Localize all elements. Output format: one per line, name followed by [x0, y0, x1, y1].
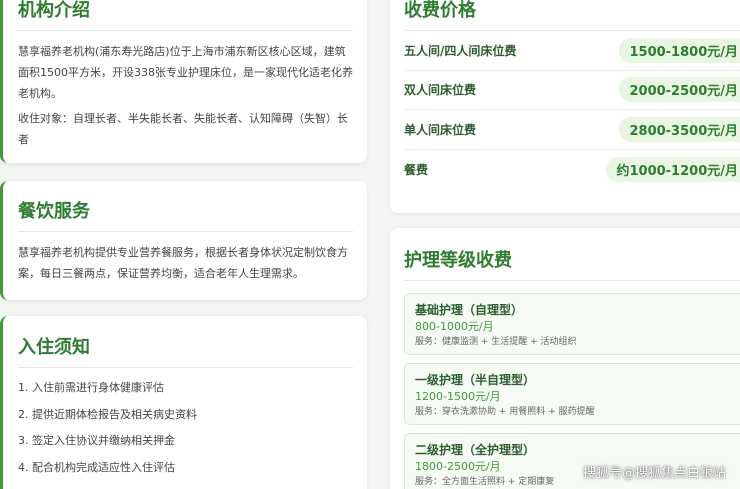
care-level-title: 一级护理（半自理型）	[415, 373, 536, 387]
care-level-price: 1200-1500元/月	[415, 390, 501, 403]
price-badge: 2000-2500元/月	[619, 77, 740, 103]
price-row: 单人间床位费 2800-3500元/月	[404, 110, 740, 150]
price-item-name: 五人间/四人间床位费	[404, 43, 517, 58]
checkin-step: 3. 签定入住协议并缴纳相关押金	[18, 434, 175, 447]
care-level-title: 基础护理（自理型）	[415, 303, 524, 317]
checkin-card: 入住须知 1. 入住前需进行身体健康评估 2. 提供近期体检报告及相关病史资料 …	[0, 316, 367, 489]
checkin-step: 1. 入住前需进行身体健康评估	[18, 381, 164, 394]
care-level-service: 服务：穿衣洗漱协助 + 用餐照料 + 服药提醒	[415, 407, 595, 417]
price-item-name: 单人间床位费	[404, 122, 477, 137]
price-badge: 1500-1800元/月	[619, 37, 740, 63]
care-level-title: 二级护理（全护理型）	[415, 443, 536, 457]
pricing-title: 收费价格	[404, 0, 740, 31]
watermark: 搜狐号@搜狐焦点白银站	[582, 466, 726, 481]
price-item-name: 餐费	[404, 162, 429, 177]
care-level-item: 一级护理（半自理型） 1200-1500元/月 服务：穿衣洗漱协助 + 用餐照料…	[404, 363, 740, 425]
checkin-title: 入住须知	[18, 333, 353, 368]
care-level-service: 服务：健康监测 + 生活提醒 + 活动组织	[415, 337, 577, 347]
checkin-step: 4. 配合机构完成适应性入住评估	[18, 460, 175, 474]
price-badge: 约1000-1200元/月	[606, 156, 740, 182]
intro-targets: 收住对象：自理长者、半失能长者、失能长者、认知障碍（失智）长者	[18, 112, 348, 146]
price-row: 双人间床位费 2000-2500元/月	[404, 71, 740, 110]
intro-title: 机构介绍	[18, 0, 353, 31]
pricing-card: 收费价格 五人间/四人间床位费 1500-1800元/月 双人间床位费 2000…	[390, 0, 740, 213]
price-item-name: 双人间床位费	[404, 83, 477, 98]
care-level-price: 800-1000元/月	[415, 320, 494, 333]
price-row: 餐费 约1000-1200元/月	[404, 150, 740, 190]
care-level-item: 基础护理（自理型） 800-1000元/月 服务：健康监测 + 生活提醒 + 活…	[404, 293, 740, 355]
price-badge: 2800-3500元/月	[619, 116, 740, 142]
care-level-card: 护理等级收费 基础护理（自理型） 800-1000元/月 服务：健康监测 + 生…	[390, 228, 740, 489]
food-description: 慧享福养老机构提供专业营养餐服务，根据长者身体状况定制饮食方案，每日三餐两点，保…	[18, 246, 348, 280]
care-title: 护理等级收费	[404, 246, 740, 281]
checkin-step: 2. 提供近期体检报告及相关病史资料	[18, 407, 197, 421]
price-row: 五人间/四人间床位费 1500-1800元/月	[404, 31, 740, 71]
intro-card: 机构介绍 慧享福养老机构(浦东寿光路店)位于上海市浦东新区核心区域，建筑面积15…	[0, 0, 367, 163]
intro-description: 慧享福养老机构(浦东寿光路店)位于上海市浦东新区核心区域，建筑面积1500平方米…	[18, 45, 353, 100]
food-title: 餐饮服务	[18, 197, 353, 232]
food-card: 餐饮服务 慧享福养老机构提供专业营养餐服务，根据长者身体状况定制饮食方案，每日三…	[0, 181, 367, 300]
